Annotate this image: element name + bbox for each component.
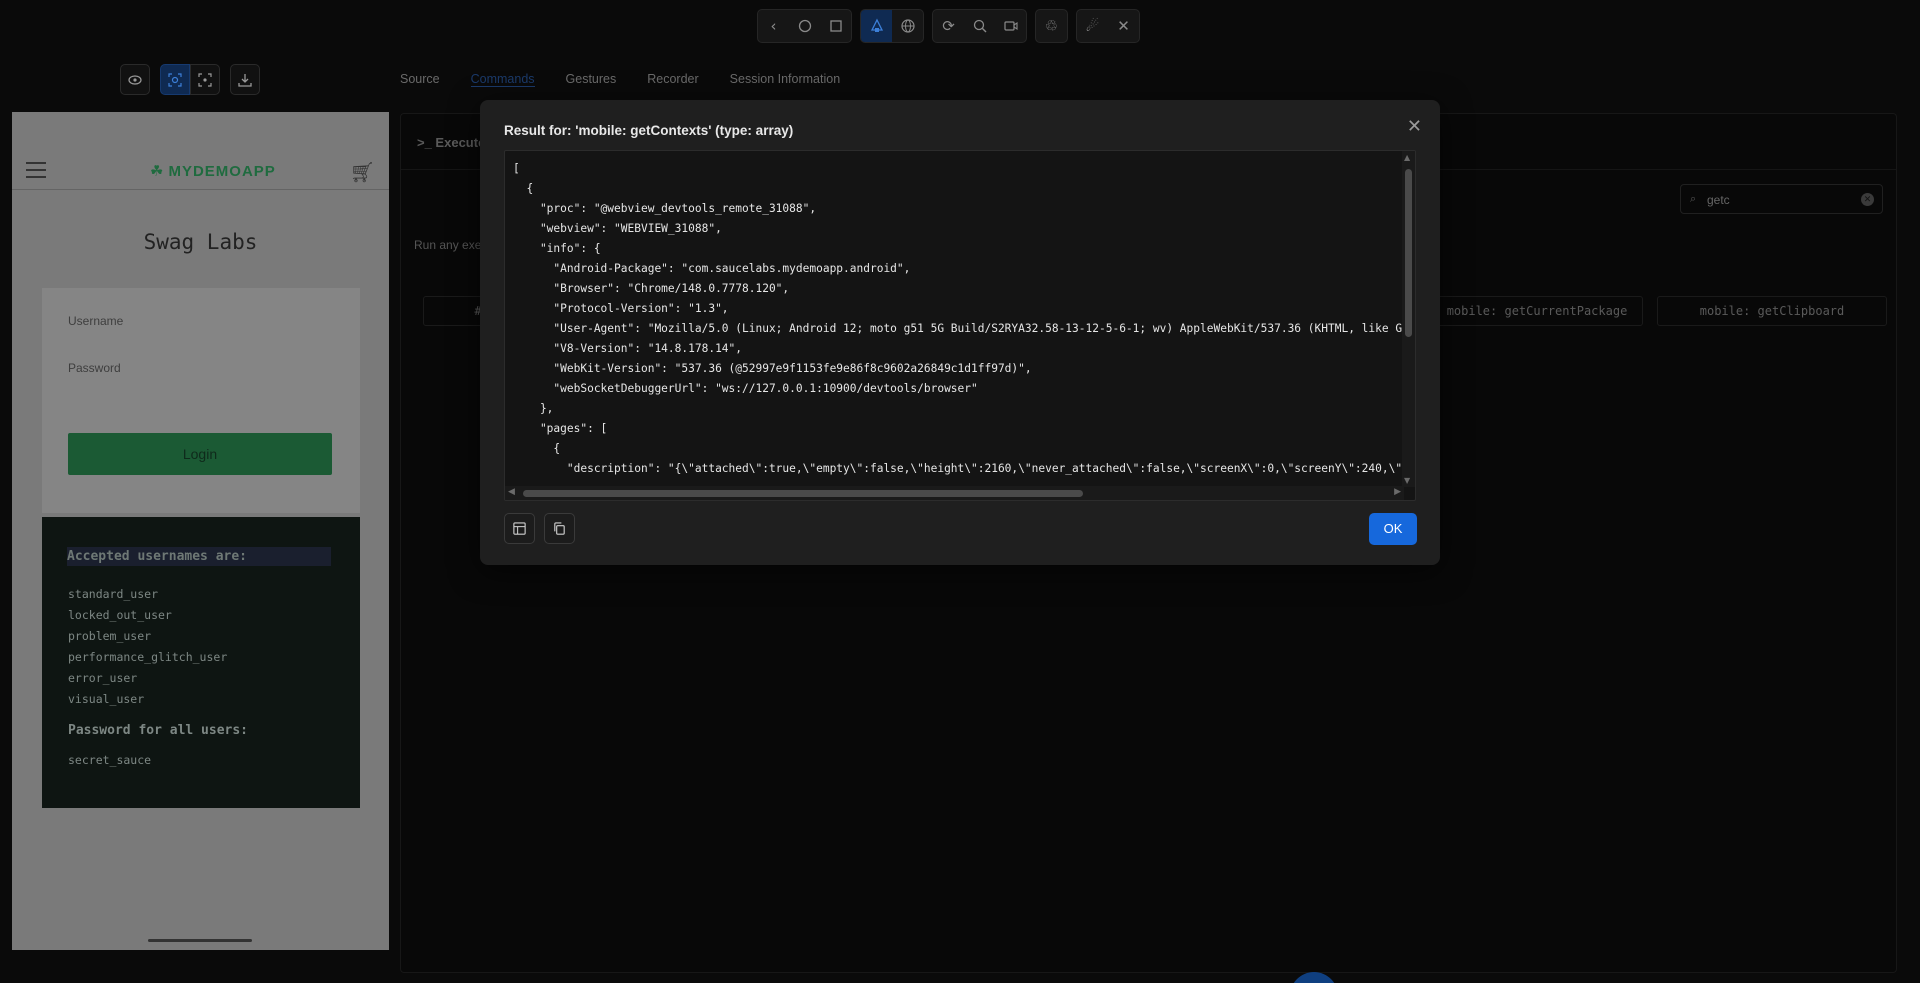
code-line: "Android-Package": "com.saucelabs.mydemo… [513,262,911,275]
home-indicator [148,939,252,942]
username-field[interactable]: Username [68,314,123,328]
search-icon[interactable] [964,10,995,42]
username-item: locked_out_user [68,608,172,622]
modal-close-icon[interactable]: ✕ [1407,116,1422,137]
show-attributes-icon[interactable] [120,64,150,95]
code-line: { [513,182,534,195]
cart-icon[interactable]: 🛒︎ [350,160,375,184]
code-line: "webview": "WEBVIEW_31088", [513,222,722,235]
code-line: { [513,442,561,455]
execute-title: >_ Execute [417,135,486,150]
code-line: "proc": "@webview_devtools_remote_31088"… [513,202,817,215]
app-logo: ☘ MYDEMOAPP [150,162,276,180]
result-json: [ { "proc": "@webview_devtools_remote_31… [513,159,1403,489]
top-toolbar: ‹ ⟳ ♲ ☄ ✕ [757,9,1140,43]
context-group [860,9,924,43]
floating-action-button[interactable] [1290,972,1338,983]
password-value: secret_sauce [68,753,152,767]
refresh-icon[interactable]: ⟳ [933,10,964,42]
recycle-group: ♲ [1035,9,1068,43]
command-get-clipboard[interactable]: mobile: getClipboard [1657,296,1887,326]
actions-group: ⟳ [932,9,1027,43]
result-modal: Result for: 'mobile: getContexts' (type:… [480,100,1440,565]
vertical-scrollbar[interactable]: ▲ ▼ [1402,151,1415,487]
home-icon[interactable] [789,10,820,42]
code-line: }, [513,402,554,415]
table-view-icon[interactable] [504,513,535,544]
tab-session-information[interactable]: Session Information [730,72,840,87]
logo-icon: ☘ [150,162,165,180]
username-item: visual_user [68,692,145,706]
app-header: ☘ MYDEMOAPP 🛒︎ [12,152,389,190]
code-line: "User-Agent": "Mozilla/5.0 (Linux; Andro… [553,322,1403,335]
code-line: "V8-Version": "14.8.178.14", [513,342,743,355]
app-title: Swag Labs [143,230,258,254]
app-switch-icon[interactable] [820,10,851,42]
swipe-mode-icon[interactable] [190,64,220,95]
modal-title: Result for: 'mobile: getContexts' (type:… [504,123,794,138]
username-item: error_user [68,671,138,685]
command-get-current-package[interactable]: mobile: getCurrentPackage [1431,296,1643,326]
scroll-right-icon[interactable]: ▶ [1394,487,1401,497]
username-item: problem_user [68,629,152,643]
code-line: "WebKit-Version": "537.36 (@52997e9f1153… [513,362,1032,375]
ok-button[interactable]: OK [1369,513,1417,545]
logo-text: MYDEMOAPP [168,162,276,180]
code-line: "Browser": "Chrome/148.0.7778.120", [513,282,790,295]
session-group: ☄ ✕ [1076,9,1140,43]
code-line: "webSocketDebuggerUrl": "ws://127.0.0.1:… [513,382,978,395]
result-code-viewer[interactable]: [ { "proc": "@webview_devtools_remote_31… [504,150,1416,501]
recycle-icon[interactable]: ♲ [1036,10,1067,42]
screenshot-toolbar [120,64,260,95]
copy-icon[interactable] [544,513,575,544]
scroll-up-icon[interactable]: ▲ [1404,153,1410,162]
web-context-icon[interactable] [892,10,923,42]
tab-gestures[interactable]: Gestures [566,72,617,87]
search-value: getc [1707,193,1730,207]
record-icon[interactable] [995,10,1026,42]
password-field[interactable]: Password [68,361,121,375]
command-search-input[interactable]: ⌕ getc ✕ [1680,184,1883,214]
code-line: "description": "{\"attached\":true,\"emp… [566,462,1403,475]
password-header: Password for all users: [68,723,249,738]
search-icon: ⌕ [1690,192,1697,205]
device-nav-group: ‹ [757,9,852,43]
vertical-scroll-thumb[interactable] [1405,169,1412,337]
horizontal-scrollbar[interactable]: ◀ ▶ [505,486,1404,500]
tab-recorder[interactable]: Recorder [647,72,698,87]
scroll-left-icon[interactable]: ◀ [508,487,515,497]
credentials-info: Accepted usernames are: standard_user lo… [42,517,360,808]
tab-commands[interactable]: Commands [470,72,535,87]
code-line: "Protocol-Version": "1.3", [513,302,729,315]
code-line: "info": { [513,242,601,255]
back-icon[interactable]: ‹ [758,10,789,42]
inspector-tabs: Source Commands Gestures Recorder Sessio… [400,72,840,87]
native-context-icon[interactable] [861,10,892,42]
select-mode-group [160,64,220,95]
device-screenshot[interactable]: ☘ MYDEMOAPP 🛒︎ Swag Labs Username Passwo… [12,112,389,950]
scroll-down-icon[interactable]: ▼ [1404,476,1410,485]
accepted-usernames-header: Accepted usernames are: [67,547,331,566]
close-icon[interactable]: ✕ [1108,10,1139,42]
menu-icon[interactable] [26,162,46,178]
code-line: [ [513,162,520,175]
clear-search-icon[interactable]: ✕ [1861,193,1874,206]
run-description: Run any exec [414,238,488,252]
login-button[interactable]: Login [68,433,332,475]
select-element-icon[interactable] [160,64,190,95]
gesture-icon[interactable]: ☄ [1077,10,1108,42]
download-screenshot-icon[interactable] [230,64,260,95]
username-item: standard_user [68,587,159,601]
username-item: performance_glitch_user [68,650,228,664]
tab-source[interactable]: Source [400,72,440,87]
horizontal-scroll-thumb[interactable] [523,490,1083,497]
code-line: "pages": [ [513,422,608,435]
